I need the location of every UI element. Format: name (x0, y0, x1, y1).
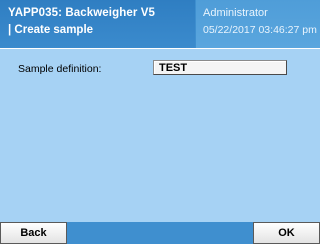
title-panel: YAPP035: Backweigher V5 | Create sample (0, 0, 195, 48)
sample-definition-label: Sample definition: (18, 63, 102, 75)
sample-definition-field[interactable]: TEST (153, 60, 287, 75)
ok-button[interactable]: OK (253, 222, 320, 244)
backweigher-screen: YAPP035: Backweigher V5 | Create sample … (0, 0, 320, 244)
header-bar: YAPP035: Backweigher V5 | Create sample … (0, 0, 320, 48)
datetime: 05/22/2017 03:46:27 pm (203, 24, 317, 36)
session-panel: Administrator 05/22/2017 03:46:27 pm (196, 0, 320, 48)
sample-definition-value: TEST (159, 62, 188, 74)
user-name: Administrator (203, 7, 268, 19)
footer-bar: Back OK (0, 222, 320, 244)
app-title: YAPP035: Backweigher V5 (8, 7, 155, 19)
screen-title: | Create sample (8, 24, 94, 36)
back-button[interactable]: Back (0, 222, 67, 244)
content-area: Sample definition: TEST (0, 49, 320, 222)
